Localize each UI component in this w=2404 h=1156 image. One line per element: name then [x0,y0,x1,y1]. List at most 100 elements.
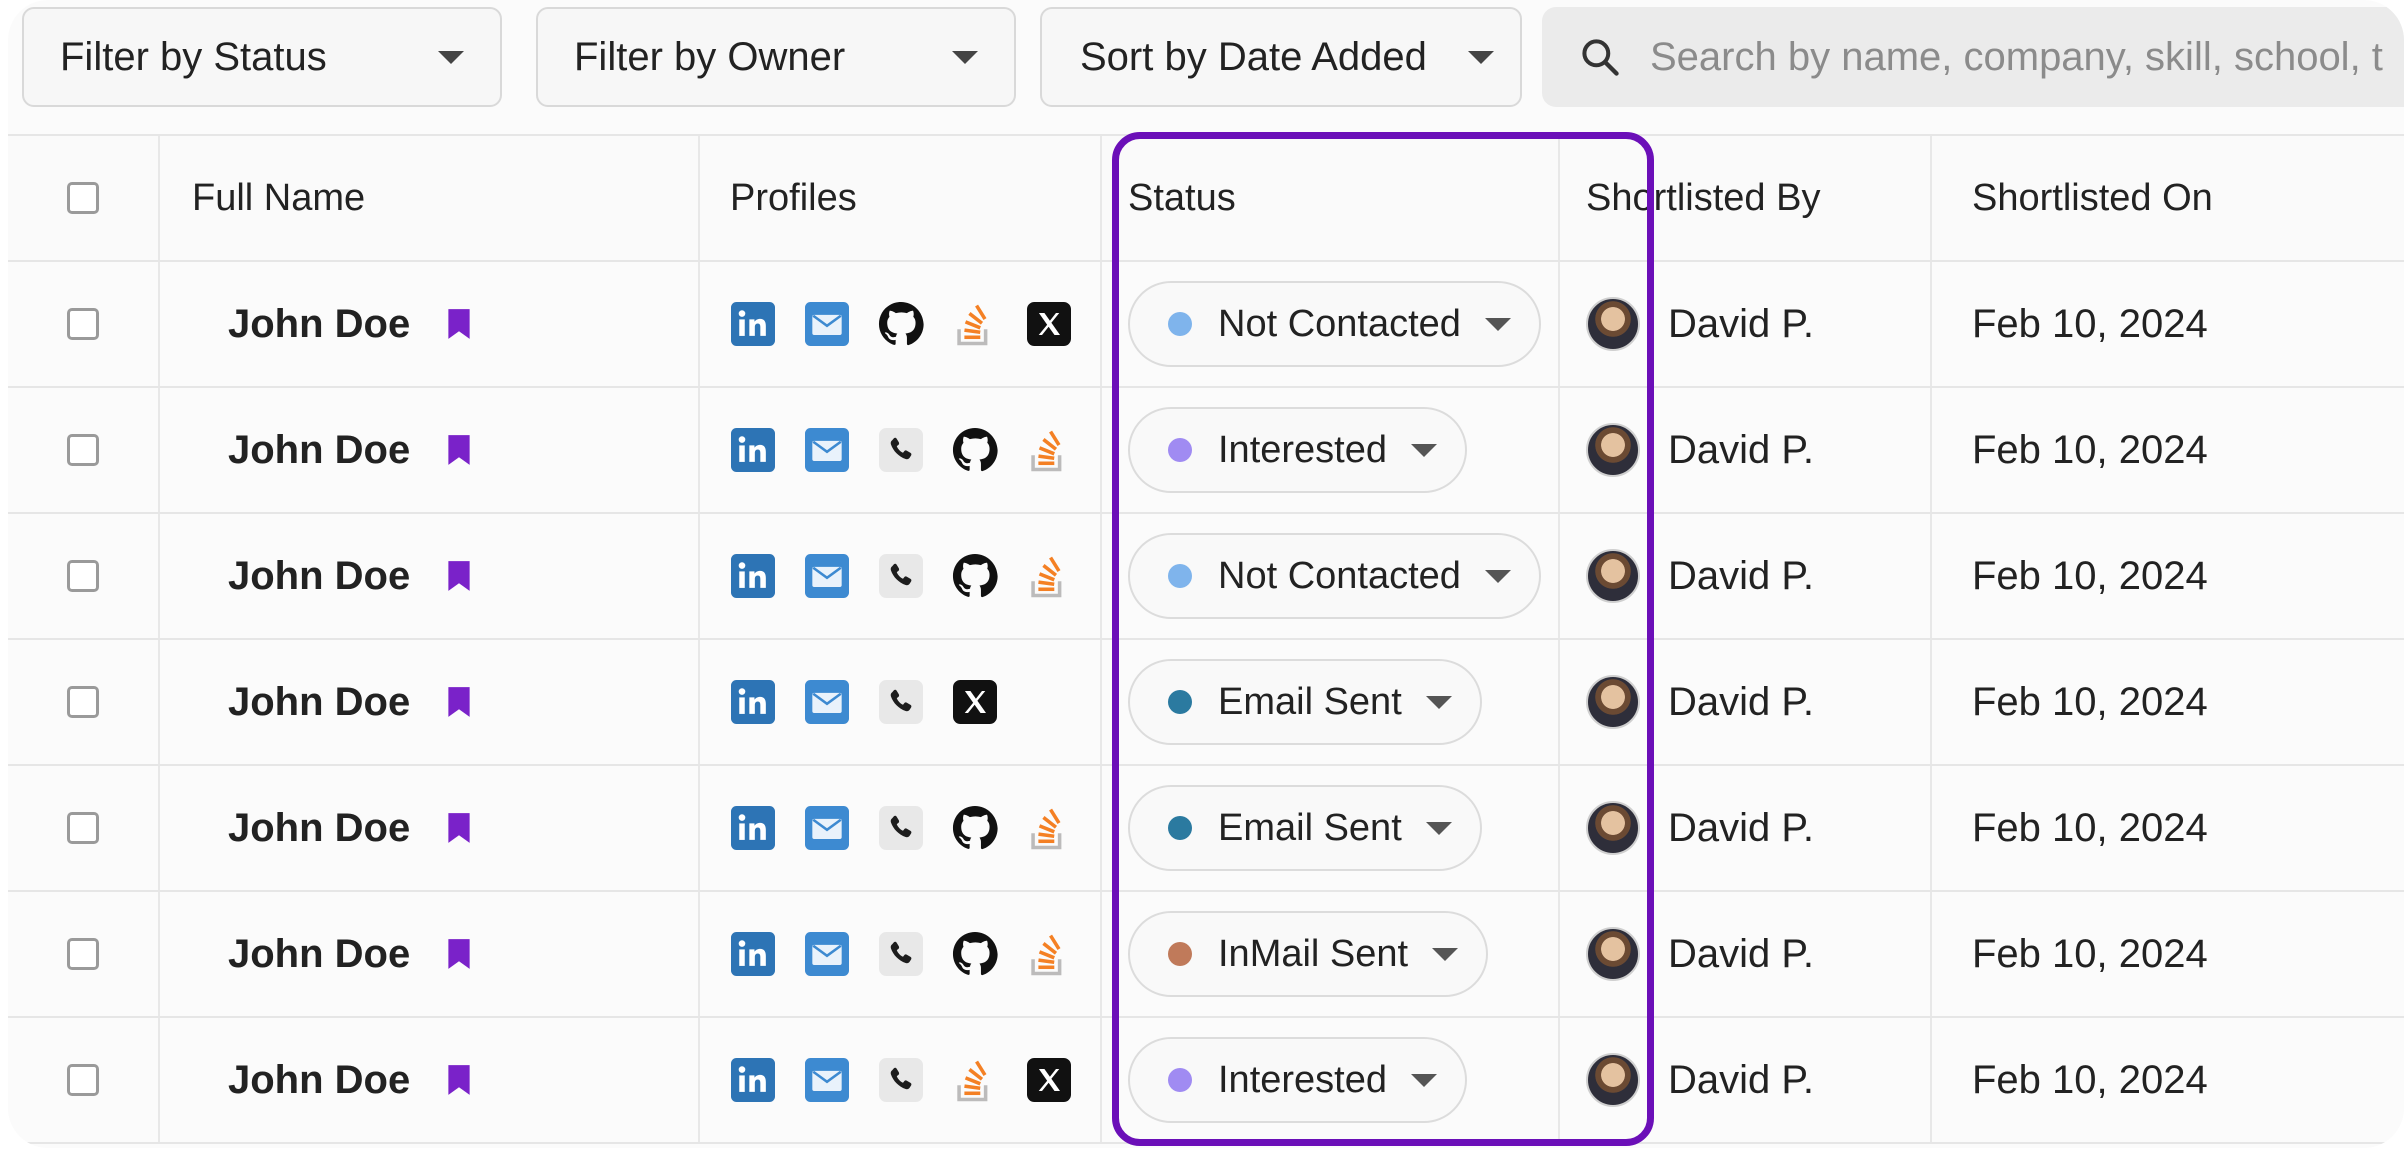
full-name-cell: John Doe [160,388,700,512]
candidate-name[interactable]: John Doe [228,554,410,599]
row-checkbox[interactable] [67,1064,99,1096]
github-icon[interactable] [952,427,998,473]
bookmark-icon[interactable] [446,307,472,341]
filter-by-owner-dropdown[interactable]: Filter by Owner [536,7,1016,107]
shortlisted-by-name: David P. [1668,931,1815,976]
header-shortlisted-by[interactable]: Shortlisted By [1560,136,1932,260]
header-status[interactable]: Status [1102,136,1560,260]
status-dropdown[interactable]: Not Contacted [1128,533,1541,619]
status-label: Email Sent [1218,680,1402,723]
header-full-name[interactable]: Full Name [160,136,700,260]
stackoverflow-icon[interactable] [1026,427,1072,473]
chevron-down-icon [1411,1073,1437,1087]
table-row[interactable]: John Doe Email Sent David P. Feb 10, 202… [8,766,2404,892]
github-icon[interactable] [952,805,998,851]
phone-icon[interactable] [878,553,924,599]
table-row[interactable]: John Doe Not Contacted David P. Feb 10, … [8,262,2404,388]
phone-icon[interactable] [878,679,924,725]
shortlisted-by-cell: David P. [1560,514,1932,638]
status-label: Interested [1218,1058,1387,1101]
table-row[interactable]: John Doe Email Sent David P. Feb 10, 202… [8,640,2404,766]
bookmark-icon[interactable] [446,1063,472,1097]
candidate-name[interactable]: John Doe [228,302,410,347]
filter-by-status-dropdown[interactable]: Filter by Status [22,7,502,107]
bookmark-icon[interactable] [446,433,472,467]
table-row[interactable]: John Doe Not Contacted David P. Feb 10, … [8,514,2404,640]
row-select-cell [8,262,160,386]
linkedin-icon[interactable] [730,1057,776,1103]
profiles-cell [700,640,1102,764]
github-icon[interactable] [952,553,998,599]
shortlisted-on-cell: Feb 10, 2024 [1932,388,2404,512]
email-icon[interactable] [804,553,850,599]
candidate-name[interactable]: John Doe [228,428,410,473]
status-dropdown[interactable]: Email Sent [1128,785,1482,871]
avatar [1586,1053,1640,1107]
x-icon[interactable] [1026,1057,1072,1103]
github-icon[interactable] [878,301,924,347]
profiles-cell [700,892,1102,1016]
x-icon[interactable] [952,679,998,725]
row-checkbox[interactable] [67,812,99,844]
status-dropdown[interactable]: InMail Sent [1128,911,1489,997]
status-dot [1168,690,1192,714]
email-icon[interactable] [804,301,850,347]
table-header: Full Name Profiles Status Shortlisted By… [8,134,2404,262]
row-checkbox[interactable] [67,686,99,718]
phone-icon[interactable] [878,1057,924,1103]
shortlisted-by-cell: David P. [1560,892,1932,1016]
status-cell: Interested [1102,1018,1560,1142]
status-dropdown[interactable]: Email Sent [1128,659,1482,745]
candidate-name[interactable]: John Doe [228,1058,410,1103]
stackoverflow-icon[interactable] [952,301,998,347]
filter-status-label: Filter by Status [60,34,327,79]
stackoverflow-icon[interactable] [1026,931,1072,977]
avatar [1586,927,1640,981]
stackoverflow-icon[interactable] [1026,805,1072,851]
linkedin-icon[interactable] [730,553,776,599]
status-dropdown[interactable]: Interested [1128,407,1467,493]
bookmark-icon[interactable] [446,937,472,971]
email-icon[interactable] [804,805,850,851]
row-checkbox[interactable] [67,434,99,466]
candidate-name[interactable]: John Doe [228,932,410,977]
x-icon[interactable] [1026,301,1072,347]
linkedin-icon[interactable] [730,301,776,347]
select-all-checkbox[interactable] [67,182,99,214]
linkedin-icon[interactable] [730,679,776,725]
bookmark-icon[interactable] [446,559,472,593]
phone-icon[interactable] [878,805,924,851]
status-dropdown[interactable]: Interested [1128,1037,1467,1123]
phone-icon[interactable] [878,931,924,977]
status-cell: Email Sent [1102,766,1560,890]
stackoverflow-icon[interactable] [1026,553,1072,599]
candidate-name[interactable]: John Doe [228,806,410,851]
row-checkbox[interactable] [67,938,99,970]
linkedin-icon[interactable] [730,427,776,473]
stackoverflow-icon[interactable] [952,1057,998,1103]
linkedin-icon[interactable] [730,931,776,977]
email-icon[interactable] [804,679,850,725]
search-input[interactable]: Search by name, company, skill, school, … [1542,7,2404,107]
full-name-cell: John Doe [160,892,700,1016]
table-row[interactable]: John Doe InMail Sent David P. Feb 10, 20… [8,892,2404,1018]
email-icon[interactable] [804,931,850,977]
status-dropdown[interactable]: Not Contacted [1128,281,1541,367]
profiles-cell [700,262,1102,386]
table-row[interactable]: John Doe Interested David P. Feb 10, 202… [8,1018,2404,1144]
shortlisted-by-cell: David P. [1560,766,1932,890]
email-icon[interactable] [804,1057,850,1103]
header-profiles[interactable]: Profiles [700,136,1102,260]
bookmark-icon[interactable] [446,811,472,845]
phone-icon[interactable] [878,427,924,473]
bookmark-icon[interactable] [446,685,472,719]
email-icon[interactable] [804,427,850,473]
linkedin-icon[interactable] [730,805,776,851]
table-row[interactable]: John Doe Interested David P. Feb 10, 202… [8,388,2404,514]
row-checkbox[interactable] [67,560,99,592]
github-icon[interactable] [952,931,998,977]
sort-by-date-dropdown[interactable]: Sort by Date Added [1040,7,1522,107]
header-shortlisted-on[interactable]: Shortlisted On [1932,136,2404,260]
candidate-name[interactable]: John Doe [228,680,410,725]
row-checkbox[interactable] [67,308,99,340]
